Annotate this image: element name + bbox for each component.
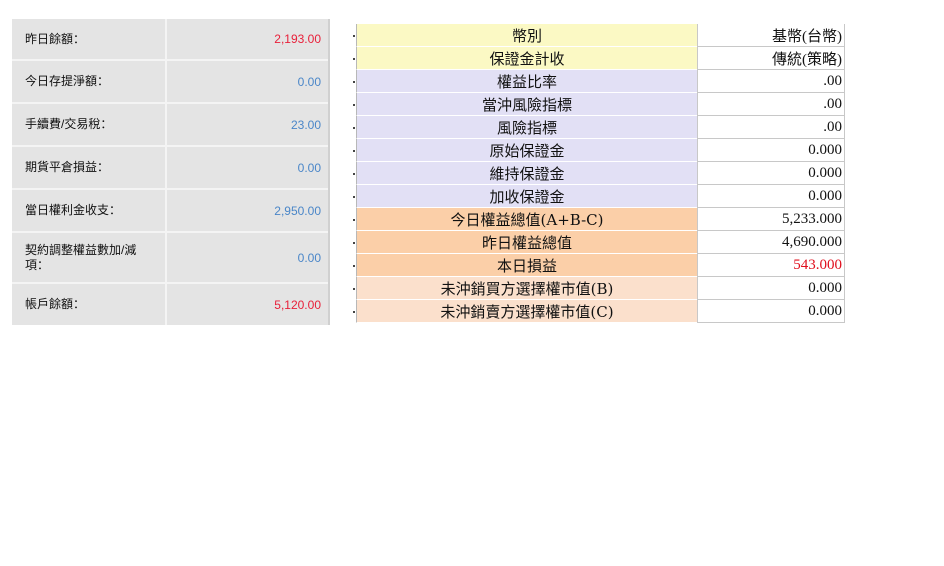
detail-value: 5,233.000 [697, 208, 845, 231]
detail-value: 0.000 [697, 277, 845, 300]
detail-row-maintenance-margin: 維持保證金 0.000 [352, 162, 846, 185]
summary-value: 5,120.00 [274, 297, 321, 312]
detail-label: 昨日權益總值 [356, 231, 697, 254]
summary-label: 契約調整權益數加/減項： [12, 233, 167, 282]
detail-value: 0.000 [697, 300, 845, 323]
summary-label: 昨日餘額： [12, 19, 167, 59]
summary-value: 2,193.00 [274, 32, 321, 46]
detail-row-today-equity: 今日權益總值(A+B-C) 5,233.000 [352, 208, 846, 231]
bullet-dot [352, 47, 356, 70]
detail-label: 本日損益 [356, 254, 697, 277]
detail-label: 權益比率 [356, 70, 697, 93]
summary-row-futures-close-pnl: 期貨平倉損益： 0.00 [12, 147, 328, 190]
detail-row-yesterday-equity: 昨日權益總值 4,690.000 [352, 231, 846, 254]
detail-row-additional-margin: 加收保證金 0.000 [352, 185, 846, 208]
summary-row-yesterday-balance: 昨日餘額： 2,193.00 [12, 19, 328, 61]
summary-row-account-balance: 帳戶餘額： 5,120.00 [12, 284, 328, 325]
bullet-dot [352, 139, 356, 162]
detail-value: 4,690.000 [697, 231, 845, 254]
summary-value: 23.00 [290, 117, 321, 132]
detail-row-risk-index: 風險指標 .00 [352, 116, 846, 139]
bullet-dot [352, 277, 356, 300]
detail-value: .00 [697, 116, 845, 139]
summary-row-fees-tax: 手續費/交易稅： 23.00 [12, 104, 328, 147]
summary-row-net-deposit: 今日存提淨額： 0.00 [12, 61, 328, 104]
detail-value: .00 [697, 93, 845, 116]
detail-row-currency: 幣別 基幣(台幣) [352, 24, 846, 47]
detail-label: 原始保證金 [356, 139, 697, 162]
detail-label: 今日權益總值(A+B-C) [356, 208, 697, 231]
detail-label: 未沖銷賣方選擇權市值(C) [356, 300, 697, 323]
detail-row-short-option-value: 未沖銷賣方選擇權市值(C) 0.000 [352, 300, 846, 323]
bullet-dot [352, 254, 356, 277]
detail-label: 加收保證金 [356, 185, 697, 208]
bullet-dot [352, 208, 356, 231]
detail-row-margin-method: 保證金計收 傳統(策略) [352, 47, 846, 70]
detail-value: 0.000 [697, 139, 845, 162]
summary-row-contract-adjust: 契約調整權益數加/減項： 0.00 [12, 233, 328, 284]
detail-row-equity-ratio: 權益比率 .00 [352, 70, 846, 93]
summary-label: 今日存提淨額： [12, 61, 167, 102]
summary-label: 帳戶餘額： [12, 284, 167, 325]
detail-value: 傳統(策略) [697, 47, 845, 70]
detail-table: 幣別 基幣(台幣) 保證金計收 傳統(策略) 權益比率 .00 當沖風險指標 .… [352, 24, 846, 323]
summary-row-premium: 當日權利金收支： 2,950.00 [12, 190, 328, 233]
detail-label: 當沖風險指標 [356, 93, 697, 116]
bullet-dot [352, 93, 356, 116]
summary-table: 昨日餘額： 2,193.00 今日存提淨額： 0.00 手續費/交易稅： 23.… [12, 19, 330, 325]
bullet-dot [352, 116, 356, 139]
summary-value: 2,950.00 [274, 203, 321, 218]
detail-row-daytrade-risk: 當沖風險指標 .00 [352, 93, 846, 116]
detail-value: 0.000 [697, 185, 845, 208]
bullet-dot [352, 24, 356, 47]
summary-value: 0.00 [297, 250, 321, 265]
detail-label: 幣別 [356, 24, 697, 47]
detail-row-initial-margin: 原始保證金 0.000 [352, 139, 846, 162]
detail-label: 風險指標 [356, 116, 697, 139]
bullet-dot [352, 162, 356, 185]
bullet-dot [352, 300, 356, 323]
detail-value: 543.000 [697, 254, 845, 277]
detail-row-long-option-value: 未沖銷買方選擇權市值(B) 0.000 [352, 277, 846, 300]
detail-value: .00 [697, 70, 845, 93]
summary-value: 0.00 [297, 74, 321, 89]
detail-label: 保證金計收 [356, 47, 697, 70]
summary-label: 當日權利金收支： [12, 190, 167, 231]
detail-label: 未沖銷買方選擇權市值(B) [356, 277, 697, 300]
summary-label: 期貨平倉損益： [12, 147, 167, 188]
detail-label: 維持保證金 [356, 162, 697, 185]
bullet-dot [352, 231, 356, 254]
detail-value: 基幣(台幣) [697, 24, 845, 47]
summary-value: 0.00 [297, 160, 321, 175]
detail-row-today-pnl: 本日損益 543.000 [352, 254, 846, 277]
account-balance-page: 昨日餘額： 2,193.00 今日存提淨額： 0.00 手續費/交易稅： 23.… [0, 0, 944, 566]
detail-value: 0.000 [697, 162, 845, 185]
bullet-dot [352, 70, 356, 93]
bullet-dot [352, 185, 356, 208]
summary-label: 手續費/交易稅： [12, 104, 167, 145]
